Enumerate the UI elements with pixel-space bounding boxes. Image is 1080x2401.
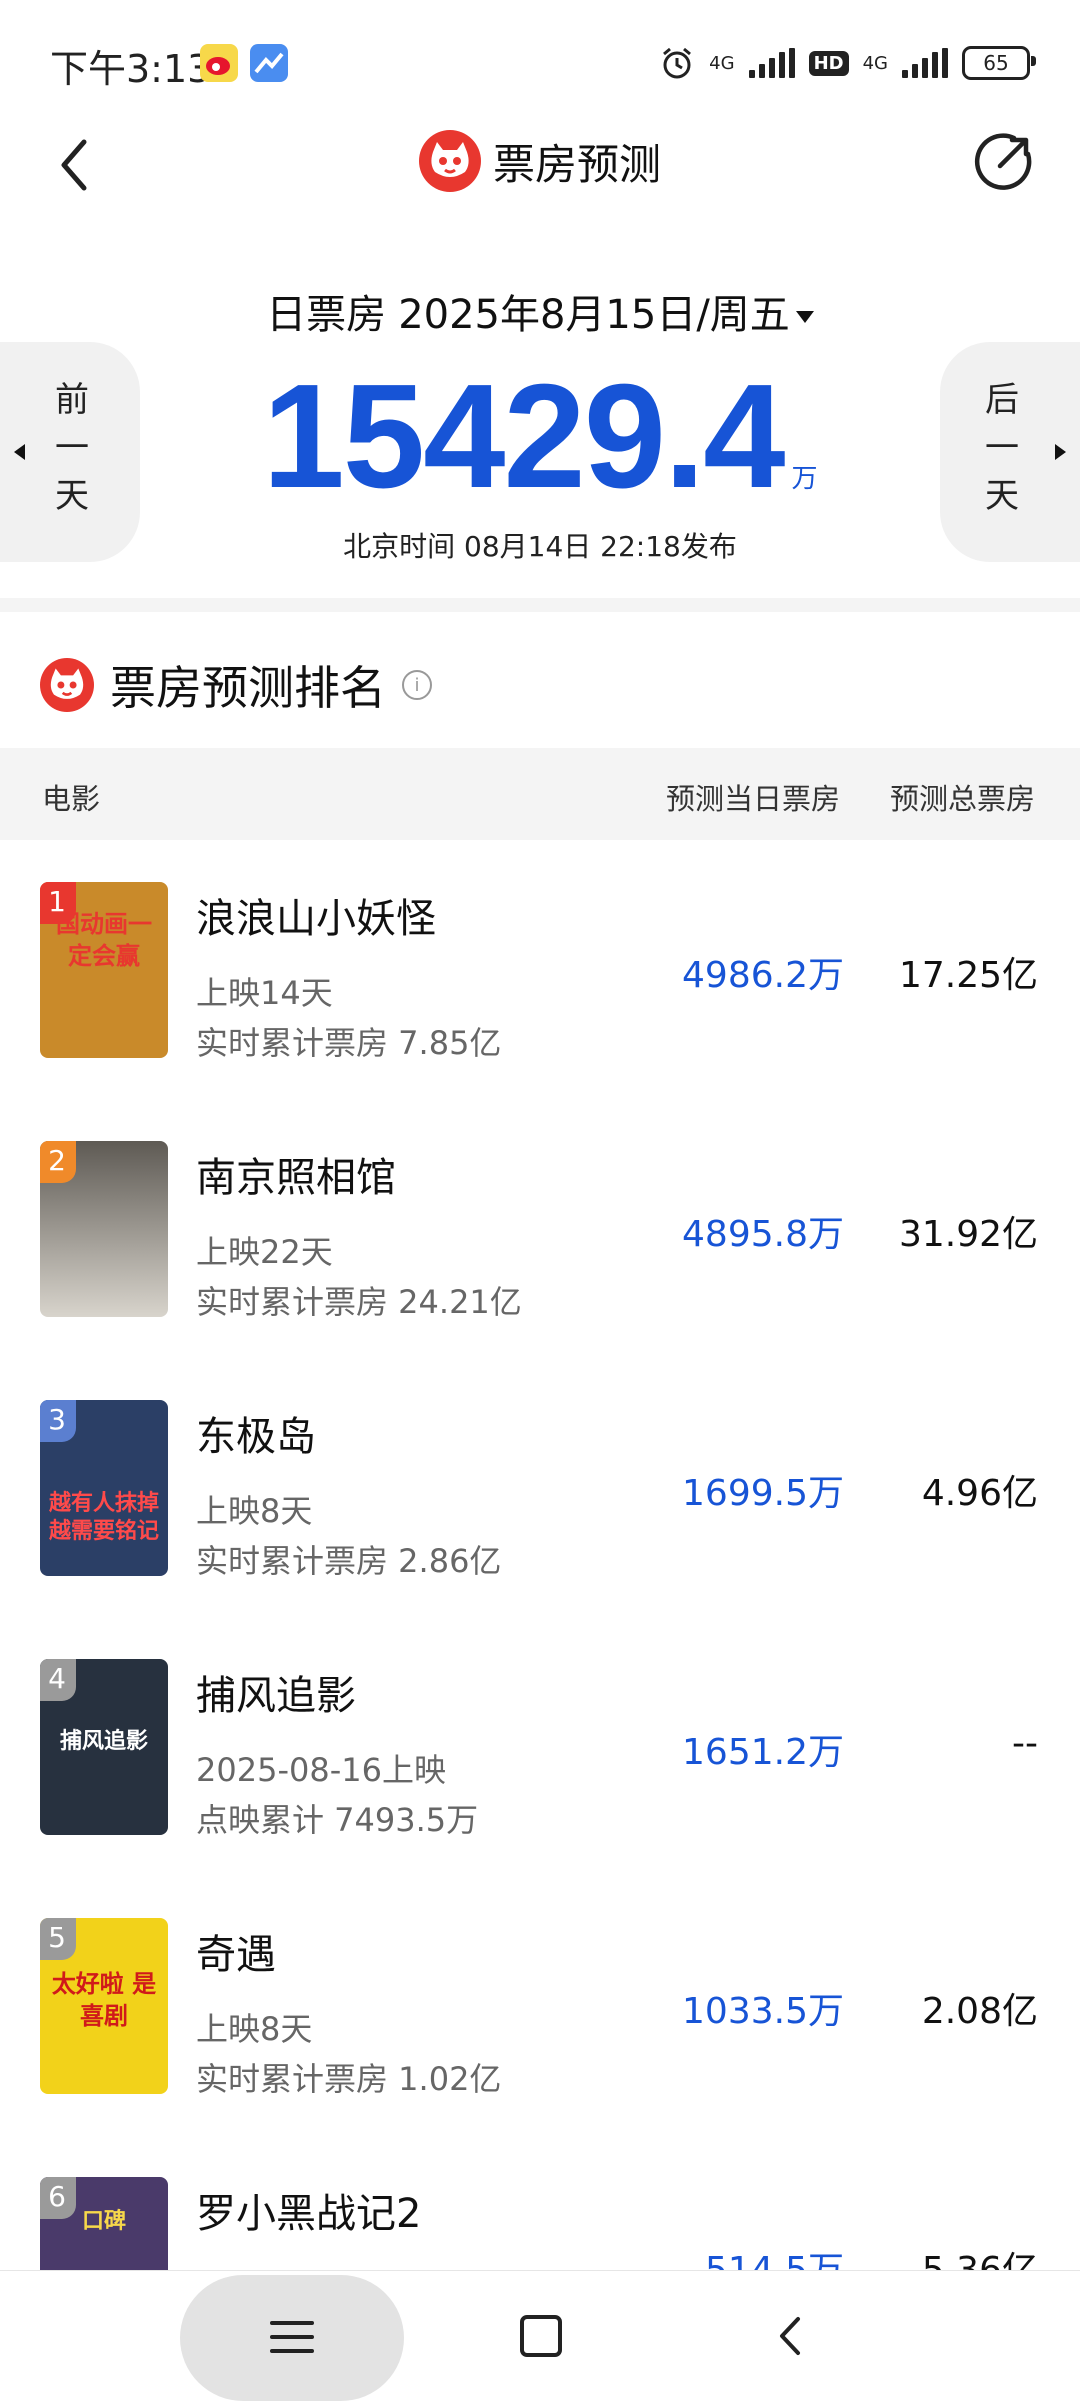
- page-title: 票房预测: [492, 139, 661, 189]
- pred-total-value: 4.96亿: [921, 1473, 1038, 1514]
- share-button[interactable]: [970, 130, 1036, 196]
- col-pred-day: 预测当日票房: [666, 782, 841, 816]
- table-row[interactable]: 2 南京照相馆 上映22天 实时累计票房 24.21亿 4895.8万 31.9…: [0, 1099, 1080, 1358]
- movie-poster: 捕风追影 4: [40, 1659, 168, 1835]
- signal-icon: [902, 48, 948, 78]
- info-icon[interactable]: i: [402, 670, 432, 700]
- movie-poster: 口碑 6: [40, 2177, 168, 2270]
- status-bar: 下午3:13 4G HD 4G 65: [0, 0, 1080, 120]
- poster-text: 越有人抹掉越需要铭记: [48, 1491, 159, 1544]
- alarm-icon: [663, 47, 692, 79]
- cat-logo-icon: [418, 130, 481, 192]
- pred-day-value: 1033.5万: [682, 1991, 844, 2032]
- ranking-title: 票房预测排名: [110, 661, 386, 715]
- daily-total-value: 15429.4: [262, 354, 786, 519]
- daily-summary: 日票房 2025年8月15日/周五 前一天 15429.4 万 北京时间 08月14…: [0, 270, 1080, 590]
- movie-poster: 越有人抹掉越需要铭记 3: [40, 1400, 168, 1576]
- movie-cumulative: 实时累计票房 2.86亿: [196, 1542, 502, 1580]
- caret-down-icon: [795, 311, 814, 323]
- ranking-header: 票房预测排名 i: [40, 652, 432, 718]
- date-value: 2025年8月15日/周五: [398, 292, 790, 338]
- movie-cumulative: 实时累计票房 24.21亿: [196, 1283, 522, 1321]
- rank-badge: 6: [40, 2177, 76, 2219]
- top-nav: 票房预测: [0, 120, 1080, 210]
- table-row[interactable]: 捕风追影 4 捕风追影 2025-08-16上映 点映累计 7493.5万 16…: [0, 1617, 1080, 1876]
- nav-title-group: 票房预测: [0, 130, 1080, 192]
- movie-name: 捕风追影: [196, 1673, 356, 1719]
- date-selector[interactable]: 日票房 2025年8月15日/周五: [0, 282, 1080, 340]
- pred-total-value: 31.92亿: [898, 1214, 1038, 1255]
- next-day-label: 后一天: [985, 380, 1019, 516]
- movie-list: 国动画一定会赢 1 浪浪山小妖怪 上映14天 实时累计票房 7.85亿 4986…: [0, 840, 1080, 2270]
- network-label-2: 4G: [862, 52, 888, 74]
- back-icon[interactable]: [770, 2311, 810, 2361]
- table-row[interactable]: 口碑 6 罗小黑战记2 514.5万 5.36亿: [0, 2135, 1080, 2270]
- rank-badge: 3: [40, 1400, 76, 1442]
- battery-icon: 65: [962, 46, 1036, 80]
- pred-day-value: 4895.8万: [682, 1214, 844, 1255]
- movie-name: 罗小黑战记2: [196, 2191, 422, 2237]
- rank-badge: 5: [40, 1918, 76, 1960]
- status-icons: 4G HD 4G 65: [659, 38, 1036, 88]
- rank-badge: 1: [40, 882, 76, 924]
- col-pred-total: 预测总票房: [890, 782, 1036, 816]
- publish-time: 北京时间 08月14日 22:18发布: [343, 530, 737, 563]
- system-nav-bar: [0, 2270, 1080, 2401]
- movie-poster: 国动画一定会赢 1: [40, 882, 168, 1058]
- table-row[interactable]: 国动画一定会赢 1 浪浪山小妖怪 上映14天 实时累计票房 7.85亿 4986…: [0, 840, 1080, 1099]
- pred-total-value: --: [1012, 1723, 1038, 1764]
- next-day-button[interactable]: 后一天: [940, 342, 1080, 562]
- home-icon[interactable]: [520, 2315, 562, 2357]
- poster-text: 太好啦 是喜剧: [51, 1970, 157, 2030]
- table-row[interactable]: 太好啦 是喜剧 5 奇遇 上映8天 实时累计票房 1.02亿 1033.5万 2…: [0, 1876, 1080, 2135]
- pred-total-value: 5.36亿: [922, 2241, 1038, 2270]
- movie-days: 上映14天: [196, 974, 333, 1012]
- movie-cumulative: 实时累计票房 1.02亿: [196, 2060, 502, 2098]
- weibo-icon: [200, 44, 238, 82]
- movie-cumulative: 点映累计 7493.5万: [196, 1801, 479, 1839]
- movie-poster: 太好啦 是喜剧 5: [40, 1918, 168, 2094]
- pred-day-value: 514.5万: [705, 2241, 844, 2270]
- rank-badge: 4: [40, 1659, 76, 1701]
- cat-logo-icon: [40, 658, 94, 712]
- table-row[interactable]: 越有人抹掉越需要铭记 3 东极岛 上映8天 实时累计票房 2.86亿 1699.…: [0, 1358, 1080, 1617]
- share-icon: [974, 133, 1032, 190]
- movie-poster: 2: [40, 1141, 168, 1317]
- signal-icon: [748, 48, 795, 78]
- pred-day-value: 1699.5万: [682, 1473, 844, 1514]
- pred-day-value: 1651.2万: [682, 1732, 844, 1773]
- pred-day-value: 4986.2万: [682, 955, 844, 996]
- movie-days: 上映8天: [196, 2010, 313, 2048]
- status-time: 下午3:13: [50, 47, 212, 91]
- movie-name: 奇遇: [196, 1932, 276, 1978]
- section-divider: [0, 598, 1080, 612]
- movie-cumulative: 实时累计票房 7.85亿: [196, 1024, 502, 1062]
- table-header: 电影 预测当日票房 预测总票房: [0, 748, 1080, 840]
- network-label-1: 4G: [709, 52, 735, 74]
- daily-total-unit: 万: [791, 464, 818, 494]
- rank-badge: 2: [40, 1141, 76, 1183]
- triangle-right-icon: [1055, 444, 1066, 460]
- daily-label: 日票房: [266, 292, 387, 338]
- movie-days: 上映8天: [196, 1492, 313, 1530]
- pred-total-value: 2.08亿: [921, 1991, 1038, 2032]
- col-movie: 电影: [42, 782, 101, 816]
- movie-name: 东极岛: [196, 1414, 316, 1460]
- pred-total-value: 17.25亿: [898, 955, 1038, 996]
- hd-badge: HD: [808, 50, 849, 76]
- movie-release-date: 2025-08-16上映: [196, 1751, 446, 1789]
- poster-text: 捕风追影: [59, 1729, 148, 1754]
- movie-name: 南京照相馆: [196, 1155, 396, 1201]
- daily-total: 15429.4 万: [0, 352, 1080, 522]
- movie-name: 浪浪山小妖怪: [196, 896, 436, 942]
- app-icon: [250, 44, 288, 82]
- movie-days: 上映22天: [196, 1233, 333, 1271]
- menu-icon[interactable]: [270, 2321, 314, 2353]
